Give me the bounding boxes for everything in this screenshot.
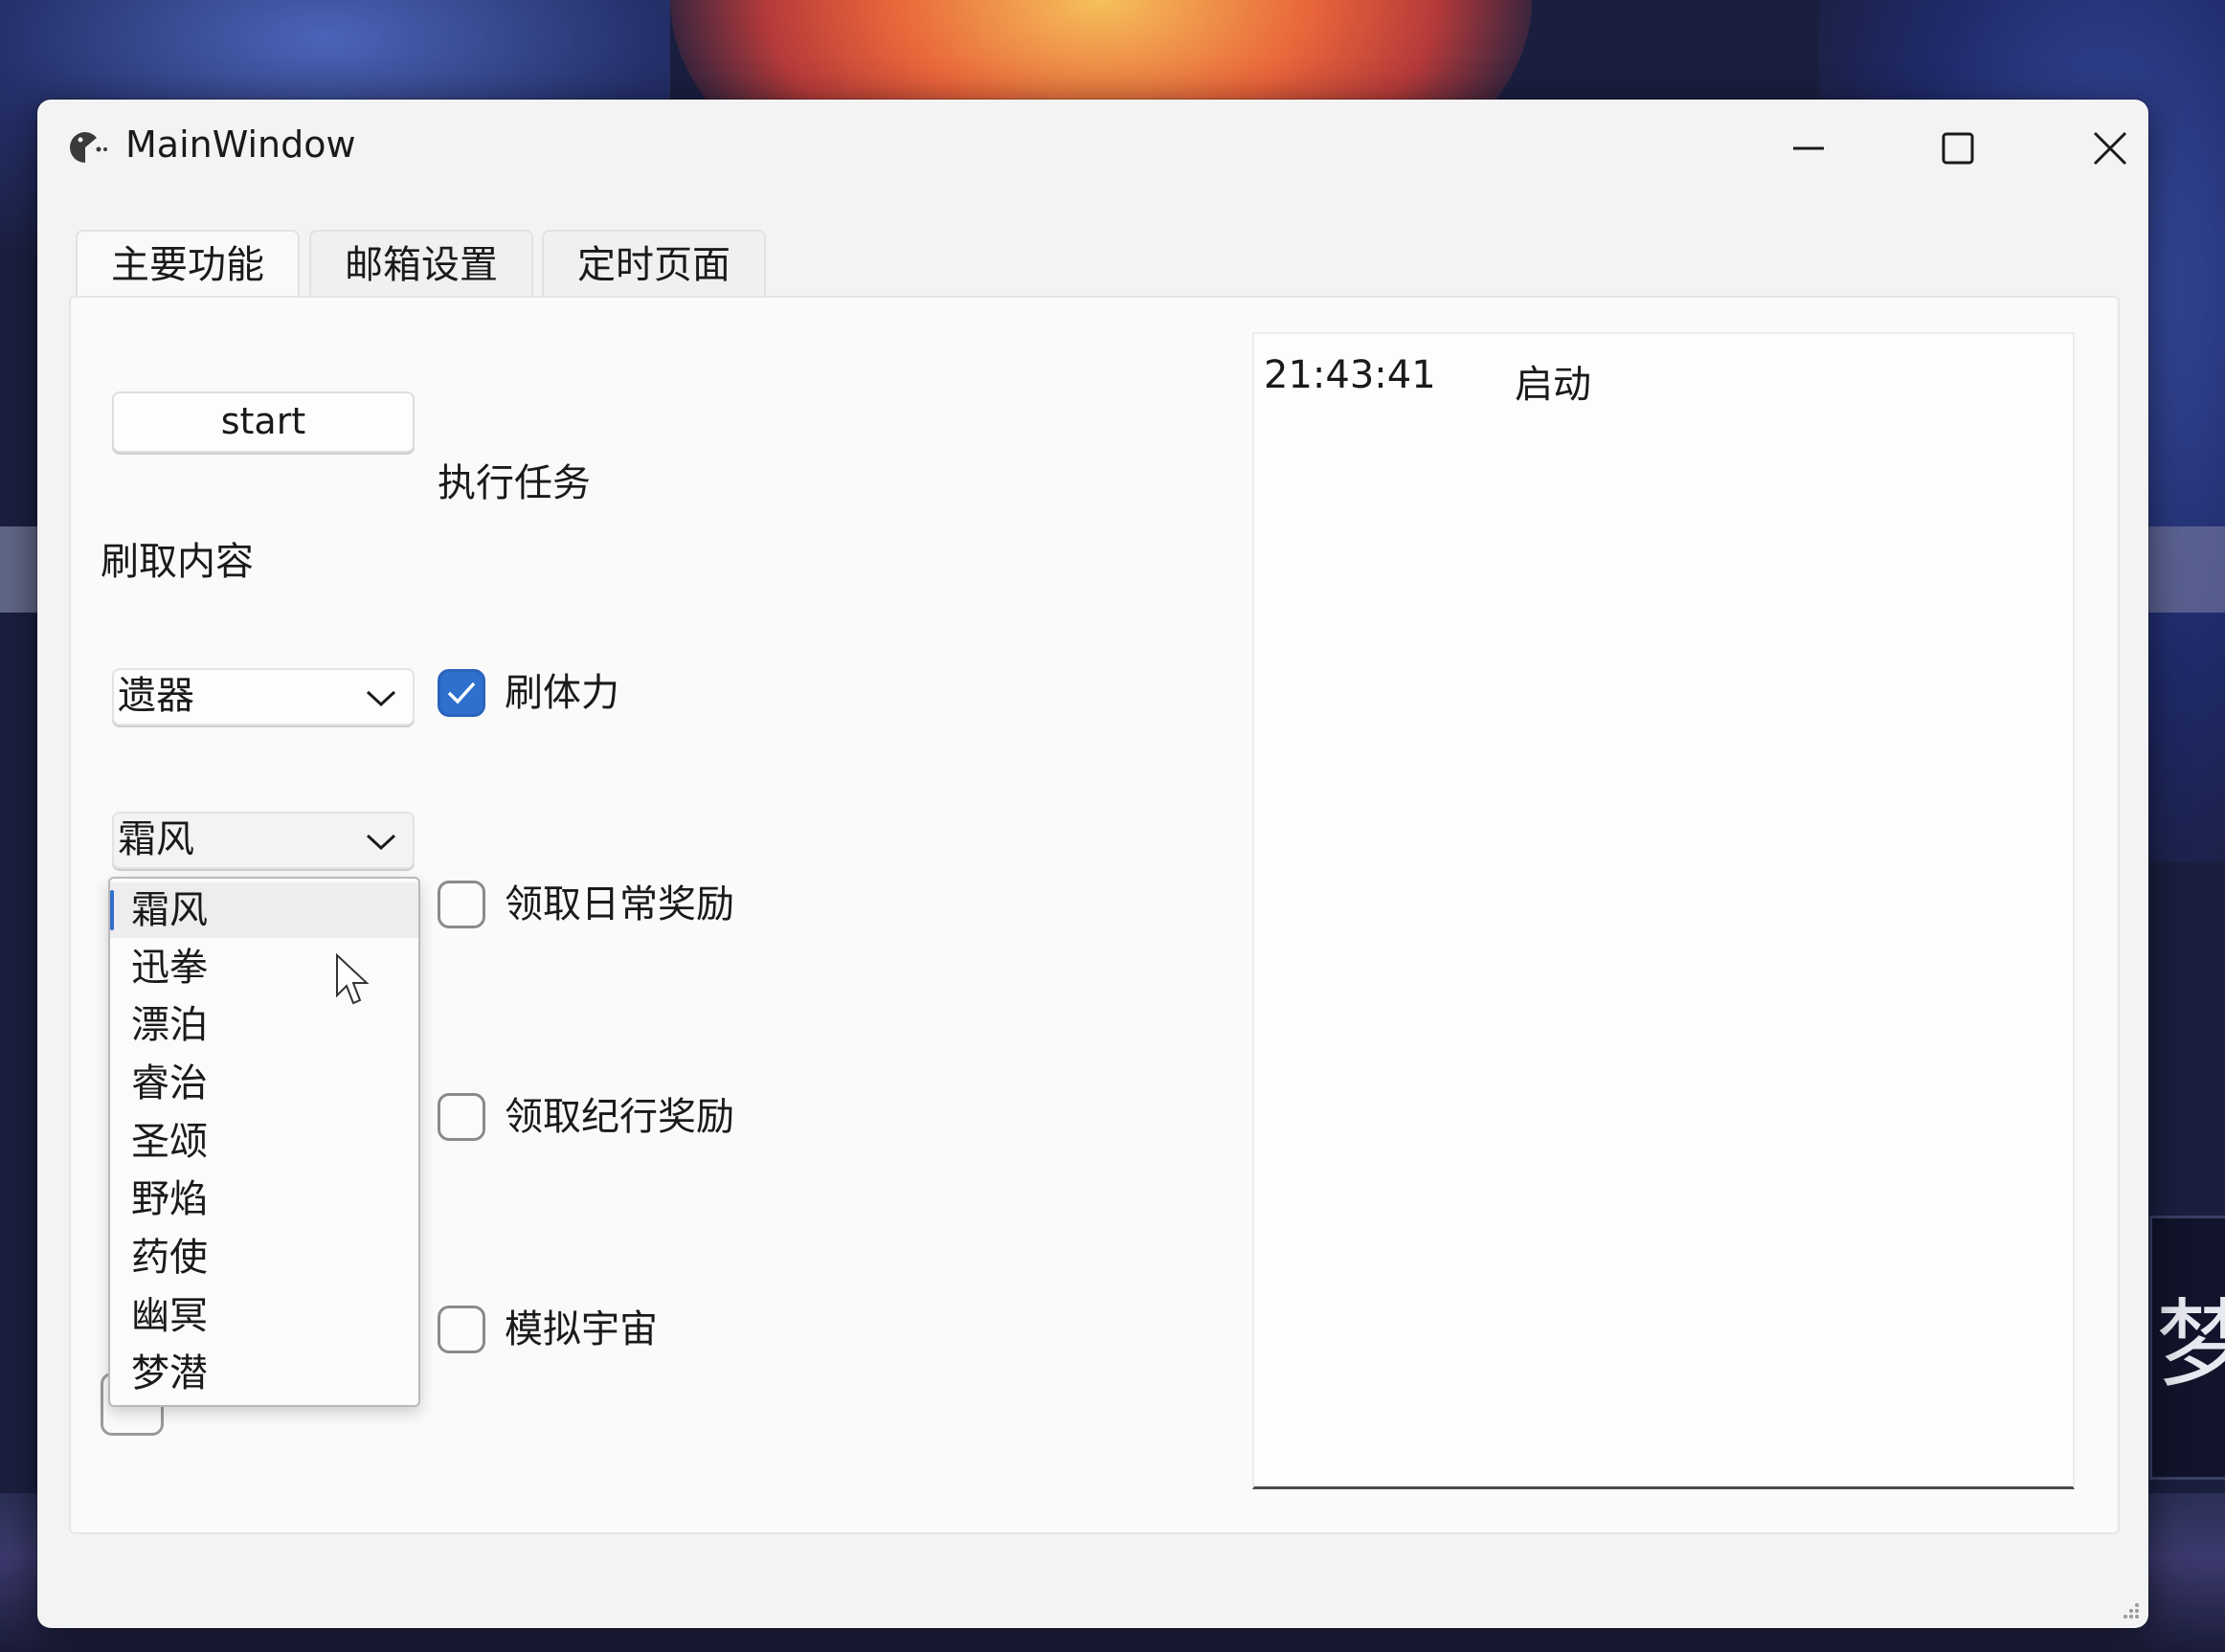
- minimize-icon: [1793, 146, 1824, 150]
- dropdown-option[interactable]: 圣颂: [110, 1114, 418, 1170]
- dropdown-option[interactable]: 幽冥: [110, 1288, 418, 1344]
- maximize-icon: [1942, 132, 1974, 165]
- log-output[interactable]: 21:43:41 启动: [1252, 332, 2075, 1489]
- app-icon: [70, 132, 107, 163]
- background-glyph: 梦: [2156, 1288, 2225, 1400]
- task-simulated-universe-checkbox[interactable]: 模拟宇宙: [438, 1306, 658, 1353]
- dropdown-option[interactable]: 霜风: [110, 882, 418, 938]
- window-title: MainWindow: [125, 123, 356, 166]
- tab-schedule[interactable]: 定时页面: [542, 230, 766, 299]
- farm-target-select[interactable]: 霜风: [112, 812, 415, 869]
- task-stamina-label: 刷体力: [505, 671, 619, 715]
- close-button[interactable]: [2043, 109, 2148, 188]
- dropdown-option[interactable]: 野焰: [110, 1172, 418, 1227]
- checkmark-icon: [447, 681, 476, 704]
- farm-type-value: 遗器: [118, 674, 194, 718]
- tab-email-settings[interactable]: 邮箱设置: [309, 230, 533, 299]
- background-panel: 梦: [2149, 1216, 2225, 1480]
- log-timestamp: 21:43:41: [1264, 353, 1436, 397]
- title-bar[interactable]: MainWindow: [37, 100, 2148, 188]
- task-daily-reward-label: 领取日常奖励: [505, 882, 734, 926]
- task-journey-reward-label: 领取纪行奖励: [505, 1095, 734, 1139]
- task-simulated-universe-label: 模拟宇宙: [505, 1307, 658, 1351]
- farm-type-select[interactable]: 遗器: [112, 668, 415, 726]
- maximize-button[interactable]: [1891, 109, 2025, 188]
- tab-main-functions[interactable]: 主要功能: [76, 230, 300, 302]
- start-button[interactable]: start: [112, 391, 415, 453]
- farm-heading: 刷取内容: [101, 540, 254, 584]
- farm-target-dropdown-list: 霜风 迅拳 漂泊 睿治 圣颂 野焰 药使 幽冥 梦潜: [108, 877, 420, 1407]
- chevron-down-icon: [366, 834, 396, 851]
- task-daily-reward-checkbox[interactable]: 领取日常奖励: [438, 881, 734, 928]
- checkbox-box[interactable]: [438, 881, 485, 928]
- task-heading: 执行任务: [438, 461, 591, 505]
- checkbox-box[interactable]: [438, 1306, 485, 1353]
- log-message: 启动: [1515, 363, 1591, 407]
- close-icon: [2093, 131, 2127, 166]
- minimize-button[interactable]: [1742, 109, 1876, 188]
- main-window: MainWindow 主要功能 邮箱设置 定时页面 start 执行任务 刷取内…: [37, 100, 2148, 1628]
- chevron-down-icon: [366, 690, 396, 707]
- checkbox-box[interactable]: [438, 1093, 485, 1141]
- resize-grip-icon[interactable]: [2118, 1597, 2141, 1620]
- dropdown-option[interactable]: 睿治: [110, 1056, 418, 1111]
- farm-target-value: 霜风: [118, 817, 194, 861]
- checkbox-box[interactable]: [438, 669, 485, 717]
- dropdown-option[interactable]: 梦潜: [110, 1346, 418, 1401]
- task-journey-reward-checkbox[interactable]: 领取纪行奖励: [438, 1093, 734, 1141]
- task-stamina-checkbox[interactable]: 刷体力: [438, 669, 619, 717]
- dropdown-option[interactable]: 药使: [110, 1230, 418, 1285]
- mouse-cursor-icon: [336, 953, 370, 1005]
